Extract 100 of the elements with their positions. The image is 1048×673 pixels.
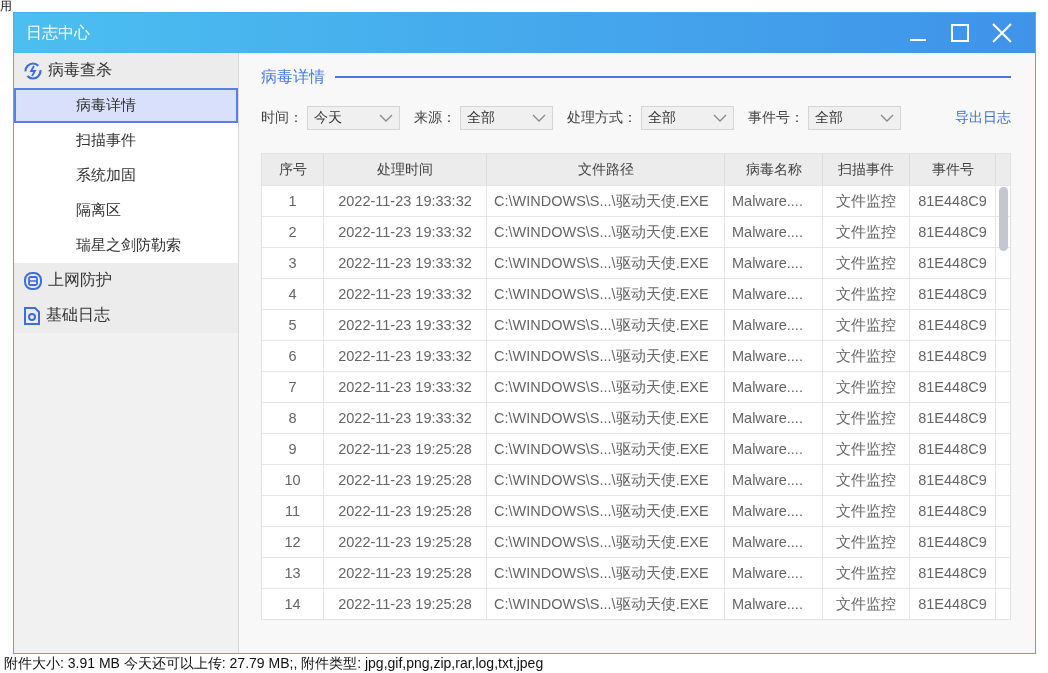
table-cell: 文件监控	[823, 341, 910, 371]
column-header[interactable]: 序号	[262, 154, 324, 185]
table-cell: Malware....	[725, 558, 823, 588]
export-log-link[interactable]: 导出日志	[955, 109, 1011, 127]
table-cell: Malware....	[725, 465, 823, 495]
table-cell: 10	[262, 465, 324, 495]
table-cell: 文件监控	[823, 217, 910, 247]
table-cell: 2022-11-23 19:25:28	[324, 465, 487, 495]
minimize-icon	[909, 39, 927, 41]
filter-dropdown[interactable]: 全部	[808, 106, 901, 130]
chevron-down-icon	[532, 114, 546, 122]
table-cell: 2022-11-23 19:33:32	[324, 186, 487, 216]
table-cell: 2022-11-23 19:33:32	[324, 310, 487, 340]
group-label: 上网防护	[48, 270, 112, 290]
table-cell: C:\WINDOWS\S...\驱动天使.EXE	[487, 558, 725, 588]
table-cell: C:\WINDOWS\S...\驱动天使.EXE	[487, 341, 725, 371]
table-cell: 13	[262, 558, 324, 588]
table-cell: 7	[262, 372, 324, 402]
column-header[interactable]: 文件路径	[487, 154, 725, 185]
background-text: 用	[0, 0, 12, 15]
table-cell: C:\WINDOWS\S...\驱动天使.EXE	[487, 248, 725, 278]
table-cell: 81E448C9	[910, 558, 996, 588]
circular-arrows-icon	[24, 61, 42, 80]
table-cell: 文件监控	[823, 403, 910, 433]
table-cell: 4	[262, 279, 324, 309]
table-cell: 2022-11-23 19:33:32	[324, 279, 487, 309]
table-cell: 文件监控	[823, 186, 910, 216]
table-cell: 81E448C9	[910, 434, 996, 464]
table-cell: C:\WINDOWS\S...\驱动天使.EXE	[487, 589, 725, 619]
table-cell: 文件监控	[823, 372, 910, 402]
table-cell: 2022-11-23 19:33:32	[324, 248, 487, 278]
table-cell: Malware....	[725, 589, 823, 619]
table-cell: Malware....	[725, 341, 823, 371]
table-cell: C:\WINDOWS\S...\驱动天使.EXE	[487, 496, 725, 526]
filter-dropdown[interactable]: 全部	[641, 106, 734, 130]
sidebar-group[interactable]: 基础日志	[14, 298, 238, 333]
table-cell: 81E448C9	[910, 465, 996, 495]
table-cell: C:\WINDOWS\S...\驱动天使.EXE	[487, 372, 725, 402]
table-cell: Malware....	[725, 217, 823, 247]
table-cell: 9	[262, 434, 324, 464]
table-cell: 5	[262, 310, 324, 340]
table-cell: 81E448C9	[910, 248, 996, 278]
close-icon	[992, 23, 1012, 43]
table-cell: C:\WINDOWS\S...\驱动天使.EXE	[487, 279, 725, 309]
table-cell: 2022-11-23 19:25:28	[324, 558, 487, 588]
table-cell: 文件监控	[823, 558, 910, 588]
table-cell: C:\WINDOWS\S...\驱动天使.EXE	[487, 186, 725, 216]
table-cell: C:\WINDOWS\S...\驱动天使.EXE	[487, 434, 725, 464]
table-cell: Malware....	[725, 403, 823, 433]
chevron-down-icon	[713, 114, 727, 122]
table-cell: Malware....	[725, 496, 823, 526]
table-cell: 81E448C9	[910, 310, 996, 340]
column-header[interactable]: 事件号	[910, 154, 996, 185]
table-cell: 81E448C9	[910, 186, 996, 216]
table-cell: 81E448C9	[910, 527, 996, 557]
document-gear-icon	[24, 306, 40, 325]
table-cell: C:\WINDOWS\S...\驱动天使.EXE	[487, 403, 725, 433]
filter-dropdown[interactable]: 全部	[460, 106, 553, 130]
section-title: 病毒详情	[261, 66, 325, 87]
table-cell: 2022-11-23 19:25:28	[324, 527, 487, 557]
table-cell: 2022-11-23 19:33:32	[324, 372, 487, 402]
filter-dropdown[interactable]: 今天	[307, 106, 400, 130]
table-cell: 81E448C9	[910, 403, 996, 433]
scrollbar-thumb[interactable]	[999, 187, 1008, 251]
sidebar-group[interactable]: 上网防护	[14, 263, 238, 298]
table-cell: 81E448C9	[910, 279, 996, 309]
table-cell: 2022-11-23 19:33:32	[324, 403, 487, 433]
table-cell: 文件监控	[823, 589, 910, 619]
background-text: 附件大小: 3.91 MB 今天还可以上传: 27.79 MB;, 附件类型: jpg,gif,png,zip,rar,log,txt,jpeg	[4, 655, 544, 673]
group-label: 病毒查杀	[48, 60, 112, 80]
table-cell: 2	[262, 217, 324, 247]
table-cell: C:\WINDOWS\S...\驱动天使.EXE	[487, 527, 725, 557]
table-cell: 文件监控	[823, 527, 910, 557]
table-cell: 1	[262, 186, 324, 216]
table-cell: 文件监控	[823, 434, 910, 464]
window-title: 日志中心	[26, 22, 91, 43]
table-cell: Malware....	[725, 186, 823, 216]
table-cell: 2022-11-23 19:25:28	[324, 434, 487, 464]
filter-label: 时间：	[261, 109, 303, 127]
filter-label: 来源：	[414, 109, 456, 127]
table-cell: Malware....	[725, 527, 823, 557]
column-header[interactable]: 扫描事件	[823, 154, 910, 185]
table-cell: 11	[262, 496, 324, 526]
table-cell: 2022-11-23 19:25:28	[324, 496, 487, 526]
table-cell: 6	[262, 341, 324, 371]
table-cell: 14	[262, 589, 324, 619]
table-cell: 81E448C9	[910, 589, 996, 619]
group-label: 基础日志	[46, 305, 110, 325]
filter-label: 事件号：	[748, 109, 804, 127]
table-cell: 3	[262, 248, 324, 278]
maximize-icon	[951, 24, 969, 42]
table-cell: Malware....	[725, 372, 823, 402]
chevron-down-icon	[379, 114, 393, 122]
sidebar-item[interactable]: 病毒详情	[14, 88, 238, 123]
column-header[interactable]: 处理时间	[324, 154, 487, 185]
table-cell: Malware....	[725, 248, 823, 278]
table-cell: Malware....	[725, 279, 823, 309]
sidebar-group[interactable]: 病毒查杀	[14, 53, 238, 88]
table-cell: 8	[262, 403, 324, 433]
column-header[interactable]: 病毒名称	[725, 154, 823, 185]
